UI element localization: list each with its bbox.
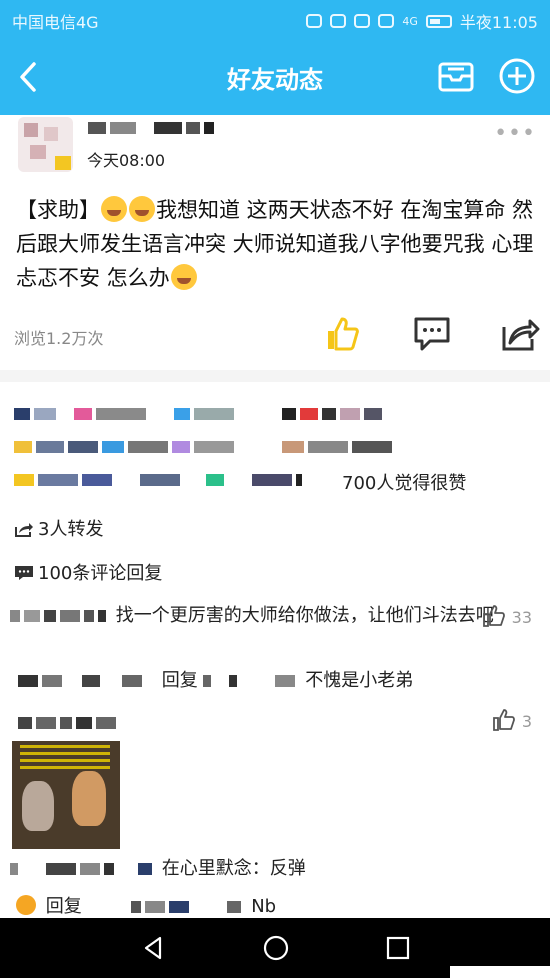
reply-prefix: 回复 [161,670,198,691]
nav-home-icon[interactable] [262,934,290,962]
headphone-icon [306,14,323,28]
thumb-up-icon [492,709,515,731]
thumb-up-icon [482,605,505,627]
status-time: 半夜11:05 [459,13,538,32]
comment-bubble-icon [15,566,33,580]
meme-image[interactable] [12,741,120,849]
signal-label: 4G [402,14,418,28]
avatar[interactable] [18,117,73,172]
orange-emoji-icon [16,895,36,915]
like-icon[interactable] [322,313,362,353]
username-redacted[interactable] [88,119,218,138]
system-nav-bar [0,918,550,978]
app-header: 好友动态 [0,38,550,115]
message-box-icon[interactable] [436,56,476,96]
reply-item[interactable]: 回复 Nb [10,894,540,921]
reply-item[interactable]: 回复 不愧是小老弟 [10,668,540,695]
add-circle-icon[interactable] [497,56,537,96]
forward-summary[interactable]: 3人转发 [14,515,103,541]
laugh-cry-emoji-icon [170,264,197,290]
comment-text: 找一个更厉害的大师给你做法，让他们斗法去吧 [115,605,494,626]
battery-icon [425,14,452,28]
corner-white-block [450,966,550,978]
laugh-cry-emoji-icon [129,196,155,222]
commenter-redacted[interactable] [10,604,110,630]
forward-count: 3人转发 [38,519,104,540]
forward-icon [15,523,33,537]
status-bar: 中国电信4G 4G 半夜11:05 [0,0,550,38]
comment-item[interactable] [10,710,540,737]
comment-like[interactable]: 33 [482,604,532,628]
reply-item[interactable]: 在心里默念：反弹 [10,856,540,883]
reply-text: Nb [251,896,277,917]
reply-prefix: 回复 [45,896,82,917]
comment-like-count: 33 [511,608,532,627]
comment-like[interactable]: 3 [492,708,532,732]
wifi-icon [378,14,395,28]
status-icons: 4G 半夜11:05 [306,9,538,33]
post-content: 【求助】 我想知道 这两天状态不好 在淘宝算命 然后跟大师发生语言冲突 大师说知道… [16,193,536,295]
laugh-cry-emoji-icon [101,196,127,222]
nav-back-icon[interactable] [140,934,168,962]
comment-count: 100条评论回复 [38,563,163,584]
comment-item[interactable]: 找一个更厉害的大师给你做法，让他们斗法去吧 [10,603,540,630]
comment-icon[interactable] [412,313,452,353]
view-count: 浏览1.2万次 [14,329,104,348]
comment-like-count: 3 [521,712,532,731]
reply-text: 在心里默念：反弹 [161,858,306,879]
mute-icon [330,14,347,28]
alarm-icon [354,14,371,28]
nav-recent-icon[interactable] [384,934,412,962]
more-options-icon[interactable]: ••• [494,121,536,146]
share-icon[interactable] [500,313,540,353]
section-divider [0,370,550,382]
likes-summary[interactable]: 700人觉得很赞 [342,469,466,495]
comment-summary[interactable]: 100条评论回复 [14,559,162,585]
post-time: 今天08:00 [87,151,166,170]
content-tag: 【求助】 [16,198,100,222]
reply-text: 不愧是小老弟 [305,670,414,691]
carrier-label: 中国电信4G [12,13,99,32]
